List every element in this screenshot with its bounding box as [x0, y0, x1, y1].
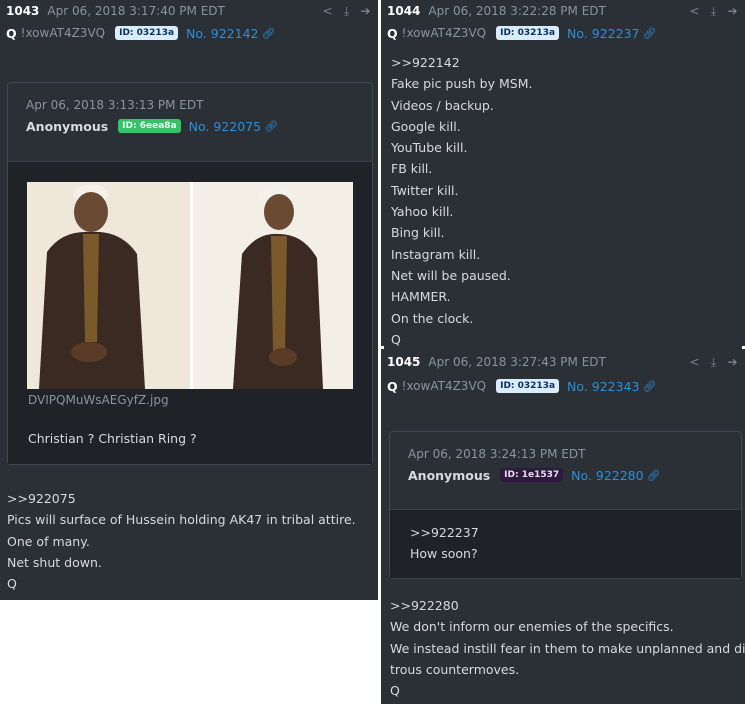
- post-line: One of many.: [7, 533, 90, 549]
- post-signature: Q: [7, 576, 17, 592]
- quoted-post-text: Christian ? Christian Ring ?: [28, 431, 197, 446]
- arrow-right-circle-icon[interactable]: ➔: [726, 4, 739, 19]
- post-line: YouTube kill.: [391, 140, 468, 156]
- poster-name: Q: [387, 378, 398, 394]
- poster-id-badge: ID: 03213a: [115, 26, 179, 40]
- download-icon[interactable]: ⤓: [707, 355, 720, 370]
- quoted-poster-name: Anonymous: [408, 467, 491, 483]
- quoted-poster-name: Anonymous: [26, 118, 109, 134]
- post-line: Net shut down.: [7, 554, 102, 570]
- poster-id-badge: ID: 03213a: [496, 26, 560, 40]
- link-icon[interactable]: 🔗︎: [264, 120, 278, 133]
- post-line: Google kill.: [391, 118, 461, 134]
- share-icon[interactable]: <: [688, 4, 701, 19]
- post-actions: < ⤓ ➔: [688, 355, 739, 370]
- post-body: >>922075 Pics will surface of Hussein ho…: [0, 482, 378, 601]
- quoted-post-922075: Apr 06, 2018 3:13:13 PM EDT Anonymous ID…: [7, 82, 373, 465]
- post-actions: < ⤓ ➔: [688, 4, 739, 19]
- post-1044: 1044 Apr 06, 2018 3:22:28 PM EDT < ⤓ ➔ Q…: [381, 0, 745, 357]
- quoted-post-number-link[interactable]: No. 922280: [571, 468, 643, 483]
- post-number-link[interactable]: No. 922237: [567, 26, 639, 41]
- post-header: 1045 Apr 06, 2018 3:27:43 PM EDT < ⤓ ➔ Q…: [381, 349, 745, 397]
- reply-link[interactable]: >>922142: [391, 52, 735, 73]
- post-body: >>922280 We don't inform our enemies of …: [383, 595, 745, 704]
- reply-link[interactable]: >>922237: [410, 522, 721, 543]
- post-header: 1044 Apr 06, 2018 3:22:28 PM EDT < ⤓ ➔ Q…: [381, 0, 745, 44]
- arrow-right-circle-icon[interactable]: ➔: [359, 4, 372, 19]
- quoted-post-number-link[interactable]: No. 922075: [189, 119, 261, 134]
- tripcode: !xowAT4Z3VQ: [401, 26, 487, 40]
- post-number-link[interactable]: No. 922142: [186, 26, 258, 41]
- post-actions: < ⤓ ➔: [321, 4, 372, 19]
- post-date: Apr 06, 2018 3:17:40 PM EDT: [47, 4, 225, 18]
- post-line: We don't inform our enemies of the speci…: [390, 619, 674, 635]
- quoted-post-date: Apr 06, 2018 3:13:13 PM EDT: [26, 98, 204, 112]
- post-date: Apr 06, 2018 3:22:28 PM EDT: [428, 4, 606, 18]
- quoted-poster-id-badge: ID: 6eea8a: [118, 119, 181, 133]
- post-line: HAMMER.: [391, 289, 451, 305]
- post-line: FB kill.: [391, 161, 433, 177]
- link-icon[interactable]: 🔗︎: [647, 469, 661, 482]
- poster-name: Q: [387, 25, 398, 41]
- post-number: 1045: [387, 355, 421, 369]
- post-signature: Q: [391, 331, 401, 347]
- quoted-post-line: How soon?: [410, 546, 478, 562]
- post-line: Instagram kill.: [391, 246, 481, 262]
- link-icon[interactable]: 🔗︎: [642, 27, 656, 40]
- post-line: Pics will surface of Hussein holding AK4…: [7, 512, 356, 528]
- post-date: Apr 06, 2018 3:27:43 PM EDT: [428, 355, 606, 369]
- post-line: Bing kill.: [391, 225, 445, 241]
- post-line: Net will be paused.: [391, 267, 511, 283]
- attached-image[interactable]: [27, 182, 353, 389]
- post-1043: 1043 Apr 06, 2018 3:17:40 PM EDT < ⤓ ➔ Q…: [0, 0, 378, 601]
- post-line: Videos / backup.: [391, 97, 494, 113]
- poster-name: Q: [6, 25, 17, 41]
- reply-link[interactable]: >>922280: [390, 595, 736, 616]
- download-icon[interactable]: ⤓: [707, 4, 720, 19]
- quoted-post-date: Apr 06, 2018 3:24:13 PM EDT: [408, 447, 586, 461]
- quoted-post-922280: Apr 06, 2018 3:24:13 PM EDT Anonymous ID…: [389, 431, 742, 579]
- post-line: We instead instill fear in them to make …: [390, 640, 745, 656]
- post-line: On the clock.: [391, 310, 474, 326]
- post-header: 1043 Apr 06, 2018 3:17:40 PM EDT < ⤓ ➔ Q…: [0, 0, 378, 44]
- post-line: trous countermoves.: [390, 661, 520, 677]
- post-1045: 1045 Apr 06, 2018 3:27:43 PM EDT < ⤓ ➔ Q…: [381, 349, 745, 704]
- post-number-link[interactable]: No. 922343: [567, 379, 639, 394]
- quoted-poster-id-badge: ID: 1e1537: [500, 468, 564, 482]
- tripcode: !xowAT4Z3VQ: [401, 379, 487, 393]
- reply-link[interactable]: >>922075: [7, 488, 371, 509]
- link-icon[interactable]: 🔗︎: [642, 380, 656, 393]
- post-number: 1043: [6, 4, 40, 18]
- image-filename[interactable]: DVIPQMuWsAEGyfZ.jpg: [28, 393, 169, 407]
- poster-id-badge: ID: 03213a: [496, 379, 560, 393]
- arrow-right-circle-icon[interactable]: ➔: [726, 355, 739, 370]
- post-signature: Q: [390, 683, 400, 699]
- post-number: 1044: [387, 4, 421, 18]
- link-icon[interactable]: 🔗︎: [261, 27, 275, 40]
- post-line: Fake pic push by MSM.: [391, 76, 533, 92]
- post-body: >>922142 Fake pic push by MSM. Videos / …: [384, 52, 742, 357]
- quoted-post-body: >>922237 How soon?: [390, 509, 741, 578]
- tripcode: !xowAT4Z3VQ: [20, 26, 106, 40]
- download-icon[interactable]: ⤓: [340, 4, 353, 19]
- post-line: Yahoo kill.: [391, 204, 454, 220]
- share-icon[interactable]: <: [688, 355, 701, 370]
- post-line: Twitter kill.: [391, 182, 459, 198]
- share-icon[interactable]: <: [321, 4, 334, 19]
- image-thumbnail: [27, 182, 353, 389]
